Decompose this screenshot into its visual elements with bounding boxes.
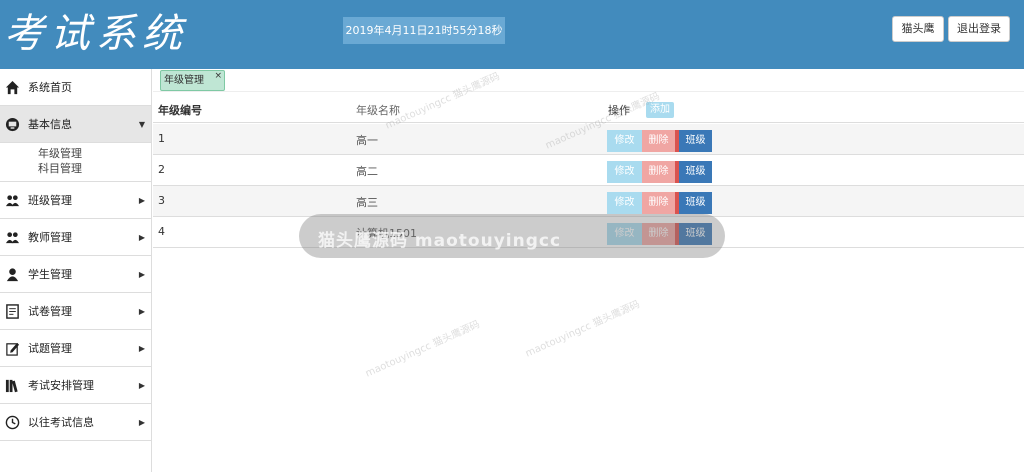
- user-button[interactable]: 猫头鹰: [892, 16, 944, 42]
- app-title: 考试系统: [4, 11, 188, 57]
- app-header: 考试系统 2019年4月11日21时55分18秒 猫头鹰 退出登录: [0, 0, 1024, 69]
- tab-bar: 年级管理 ×: [153, 69, 1024, 92]
- sidebar-item-label: 学生管理: [28, 268, 72, 281]
- edit-button[interactable]: 修改: [607, 161, 642, 183]
- chevron-right-icon: ▶: [138, 381, 145, 390]
- sidebar-item-label: 系统首页: [28, 81, 72, 94]
- monitor-icon: [5, 117, 20, 132]
- edit-icon: [6, 342, 20, 356]
- tab-label: 年级管理: [164, 75, 204, 86]
- sidebar-item-class[interactable]: 班级管理 ▶: [0, 182, 151, 219]
- sidebar-item-question[interactable]: 试题管理 ▶: [0, 330, 151, 367]
- chevron-right-icon: ▶: [138, 418, 145, 427]
- chevron-right-icon: ▶: [138, 233, 145, 242]
- submenu-item-subject[interactable]: 科目管理: [38, 161, 151, 176]
- class-button[interactable]: 班级: [675, 192, 712, 214]
- home-icon: [5, 80, 20, 95]
- watermark-banner-text: 猫头鹰源码 maotouyingcc: [318, 231, 562, 251]
- clock-icon: [5, 415, 20, 430]
- submenu-item-grade[interactable]: 年级管理: [38, 146, 151, 161]
- delete-button[interactable]: 删除: [642, 161, 675, 183]
- edit-button[interactable]: 修改: [607, 192, 642, 214]
- cell-name: 高一: [356, 134, 378, 147]
- sidebar-item-paper[interactable]: 试卷管理 ▶: [0, 293, 151, 330]
- chevron-right-icon: ▶: [138, 270, 145, 279]
- table-row: 2 高二 修改 删除 班级: [153, 155, 1024, 186]
- chevron-right-icon: ▶: [138, 196, 145, 205]
- sidebar-item-basic-info[interactable]: 基本信息 ▼: [0, 106, 151, 143]
- table-row: 3 高三 修改 删除 班级: [153, 186, 1024, 217]
- cell-id: 1: [158, 132, 165, 145]
- document-icon: [6, 304, 19, 319]
- books-icon: [5, 379, 18, 393]
- sidebar-item-label: 试题管理: [28, 342, 72, 355]
- logout-button[interactable]: 退出登录: [948, 16, 1010, 42]
- class-button[interactable]: 班级: [675, 130, 712, 152]
- submenu-basic-info: 年级管理 科目管理: [0, 143, 151, 182]
- edit-button[interactable]: 修改: [607, 130, 642, 152]
- sidebar-item-past-exams[interactable]: 以往考试信息 ▶: [0, 404, 151, 441]
- delete-button[interactable]: 删除: [642, 192, 675, 214]
- chevron-right-icon: ▶: [138, 344, 145, 353]
- close-icon[interactable]: ×: [214, 67, 222, 86]
- users-icon: [5, 232, 20, 244]
- tab-grade-management[interactable]: 年级管理 ×: [160, 70, 225, 91]
- sidebar-item-student[interactable]: 学生管理 ▶: [0, 256, 151, 293]
- chevron-down-icon: ▼: [138, 120, 145, 129]
- cell-id: 3: [158, 194, 165, 207]
- sidebar-item-home[interactable]: 系统首页: [0, 69, 151, 106]
- cell-id: 2: [158, 163, 165, 176]
- column-header-id: 年级编号: [158, 104, 202, 117]
- sidebar-item-exam-schedule[interactable]: 考试安排管理 ▶: [0, 367, 151, 404]
- sidebar-item-label: 基本信息: [28, 118, 72, 131]
- sidebar-item-label: 班级管理: [28, 194, 72, 207]
- cell-name: 高二: [356, 165, 378, 178]
- sidebar-item-teacher[interactable]: 教师管理 ▶: [0, 219, 151, 256]
- class-button[interactable]: 班级: [675, 161, 712, 183]
- sidebar-item-label: 以往考试信息: [28, 416, 94, 429]
- datetime-display: 2019年4月11日21时55分18秒: [343, 17, 505, 44]
- delete-button[interactable]: 删除: [642, 130, 675, 152]
- users-icon: [5, 195, 20, 207]
- sidebar-item-label: 试卷管理: [28, 305, 72, 318]
- sidebar-item-label: 考试安排管理: [28, 379, 94, 392]
- sidebar-item-label: 教师管理: [28, 231, 72, 244]
- user-icon: [6, 268, 19, 282]
- cell-name: 高三: [356, 196, 378, 209]
- cell-id: 4: [158, 225, 165, 238]
- sidebar: 系统首页 基本信息 ▼ 年级管理 科目管理 班级管理 ▶ 教师管理 ▶ 学生管理…: [0, 69, 152, 472]
- chevron-right-icon: ▶: [138, 307, 145, 316]
